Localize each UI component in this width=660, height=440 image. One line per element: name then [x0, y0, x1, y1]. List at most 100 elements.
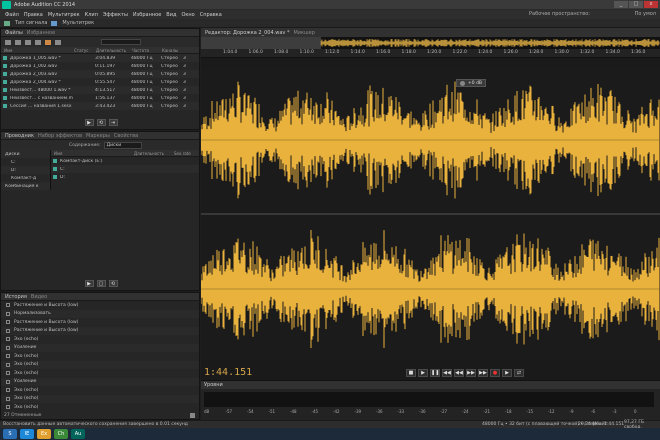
col-duration[interactable]: Длительность [96, 48, 132, 53]
loop-button[interactable]: ⇄ [514, 369, 524, 377]
waveform-display[interactable]: +0 dB [200, 67, 660, 361]
browser-play-button[interactable]: ▶ [84, 279, 94, 287]
col-item-name[interactable]: Имя [54, 151, 134, 156]
tab-explorer[interactable]: Проводник [5, 133, 34, 139]
taskbar-chrome[interactable]: Ch [54, 429, 68, 439]
tab-files[interactable]: Файлы [5, 30, 23, 36]
tree-shortcuts[interactable]: Комбинация к [1, 182, 50, 190]
col-item-duration[interactable]: Длительность [134, 151, 174, 156]
menu-favorites[interactable]: Избранное [133, 12, 161, 18]
tree-cd[interactable]: Компакт-д [1, 174, 50, 182]
search-icon[interactable] [55, 39, 61, 45]
tree-drive-c[interactable]: C: [1, 158, 50, 166]
menu-effects[interactable]: Эффекты [103, 12, 128, 18]
list-item[interactable]: C: [51, 165, 199, 173]
menu-view[interactable]: Вид [166, 12, 176, 18]
menu-help[interactable]: Справка [200, 12, 222, 18]
close-button[interactable]: x [644, 1, 658, 8]
history-item[interactable]: Эхо (echo) [1, 360, 199, 369]
start-button[interactable]: S [3, 429, 17, 439]
history-item[interactable]: Эхо (echo) [1, 369, 199, 378]
history-item[interactable]: Эхо (echo) [1, 352, 199, 361]
col-item-rate[interactable]: Sex.rate [174, 151, 199, 156]
time-ruler[interactable]: 1:04.0 1:06.0 1:08.0 1:10.0 1:12.0 1:14.0 1:16… [201, 49, 660, 58]
preview-play-button[interactable]: ▶ [84, 118, 94, 126]
insert-icon[interactable] [45, 39, 51, 45]
table-row[interactable]: Дорожка 1_005.wav * 3:04.839 48000 Гц Стере… [1, 54, 199, 62]
browser-folder-button[interactable]: ▢ [96, 279, 106, 287]
go-start-button[interactable]: ◀◀ [442, 369, 452, 377]
table-row[interactable]: Дорожка 1_002.wav 0:11.197 48000 Гц Стерео 3 [1, 62, 199, 70]
preview-loop-button[interactable]: ⟲ [96, 118, 106, 126]
history-item[interactable]: Эхо (echo) [1, 386, 199, 395]
preview-auto-button[interactable]: ⇥ [108, 118, 118, 126]
tab-video[interactable]: Видео [31, 294, 47, 300]
table-row[interactable]: Неизвест... с названием.mp3 1:56.137 48000… [1, 94, 199, 102]
tab-history[interactable]: История [5, 294, 27, 300]
tab-editor[interactable]: Редактор: Дорожка 2_004.wav * [205, 30, 289, 36]
waveform-mode-button[interactable]: Тип сигнала [15, 20, 47, 26]
content-select[interactable]: Диски [103, 141, 143, 149]
go-end-button[interactable]: ▶▶ [478, 369, 488, 377]
file-search-input[interactable] [101, 39, 141, 45]
stop-button[interactable]: ■ [406, 369, 416, 377]
tab-favorites[interactable]: Избранное [27, 30, 55, 36]
history-item[interactable]: Растяжение и Высота (low) [1, 318, 199, 327]
history-item[interactable]: Нормализовать [1, 309, 199, 318]
col-rate[interactable]: Частота [132, 48, 162, 53]
history-item[interactable]: Растяжение и Высота (low) [1, 326, 199, 335]
col-channels[interactable]: Каналы [162, 48, 192, 53]
maximize-button[interactable]: □ [629, 1, 643, 8]
multitrack-mode-icon[interactable] [51, 20, 58, 26]
table-row[interactable]: Неизвест... 48000 1.wav * 4:13.517 48000 Г… [1, 86, 199, 94]
workspace-select[interactable]: По умол [635, 11, 656, 17]
taskbar-ie[interactable]: IE [20, 429, 34, 439]
taskbar-audition[interactable]: Au [71, 429, 85, 439]
history-item[interactable]: Эхо (echo) [1, 335, 199, 344]
history-item[interactable]: Усиление [1, 377, 199, 386]
col-status[interactable]: Статус [74, 48, 96, 53]
taskbar-explorer[interactable]: Ex [37, 429, 51, 439]
overview-bar[interactable] [201, 37, 660, 49]
play-button[interactable]: ▶ [418, 369, 428, 377]
table-row[interactable]: Сессия ... названия 1.sesx * 3:43.423 4800… [1, 102, 199, 110]
history-item[interactable]: Усиление [1, 343, 199, 352]
list-item[interactable]: D: [51, 173, 199, 181]
menu-edit[interactable]: Правка [24, 12, 43, 18]
level-scale-label: -18 [505, 409, 512, 414]
fast-forward-button[interactable]: ▶▶ [466, 369, 476, 377]
waveform-mode-icon[interactable] [4, 20, 10, 26]
hud-volume[interactable]: +0 dB [456, 79, 487, 87]
close-file-icon[interactable] [35, 39, 41, 45]
history-item[interactable]: Растяжение и Высота (low) [1, 301, 199, 310]
play-from-cursor-button[interactable]: ▶ [502, 369, 512, 377]
rewind-button[interactable]: ◀◀ [454, 369, 464, 377]
record-button[interactable]: ● [490, 369, 500, 377]
menu-multitrack[interactable]: Мультитрек [48, 12, 80, 18]
tree-drive-d[interactable]: D: [1, 166, 50, 174]
trash-icon[interactable] [190, 413, 195, 418]
history-item[interactable]: Эхо (echo) [1, 394, 199, 403]
tree-disks[interactable]: Диски [1, 150, 50, 158]
tab-mixer[interactable]: Микшер [293, 30, 314, 36]
table-row[interactable]: Дорожка 2_004.wav * 0:55.547 48000 Гц Стере… [1, 78, 199, 86]
tab-properties[interactable]: Свойства [114, 133, 138, 139]
menu-file[interactable]: Файл [5, 12, 19, 18]
open-file-icon[interactable] [5, 39, 11, 45]
volume-knob-icon[interactable] [460, 80, 465, 86]
audio-file-icon [3, 96, 7, 100]
import-icon[interactable] [15, 39, 21, 45]
menu-clip[interactable]: Клип [85, 12, 98, 18]
history-item[interactable]: Эхо (echo) [1, 403, 199, 412]
multitrack-mode-button[interactable]: Мультитрек [62, 20, 94, 26]
pause-button[interactable]: ❚❚ [430, 369, 440, 377]
tab-markers[interactable]: Маркеры [86, 133, 110, 139]
list-item[interactable]: Компакт-диск (E:) [51, 157, 199, 165]
col-name[interactable]: Имя [4, 48, 74, 53]
browser-refresh-button[interactable]: ⟲ [108, 279, 118, 287]
menu-window[interactable]: Окно [181, 12, 194, 18]
minimize-button[interactable]: _ [614, 1, 628, 8]
new-file-icon[interactable] [25, 39, 31, 45]
table-row[interactable]: Дорожка 2_003.wav 0:05.895 48000 Гц Стерео 3 [1, 70, 199, 78]
tab-effects-rack[interactable]: Набор эффектов [38, 133, 82, 139]
